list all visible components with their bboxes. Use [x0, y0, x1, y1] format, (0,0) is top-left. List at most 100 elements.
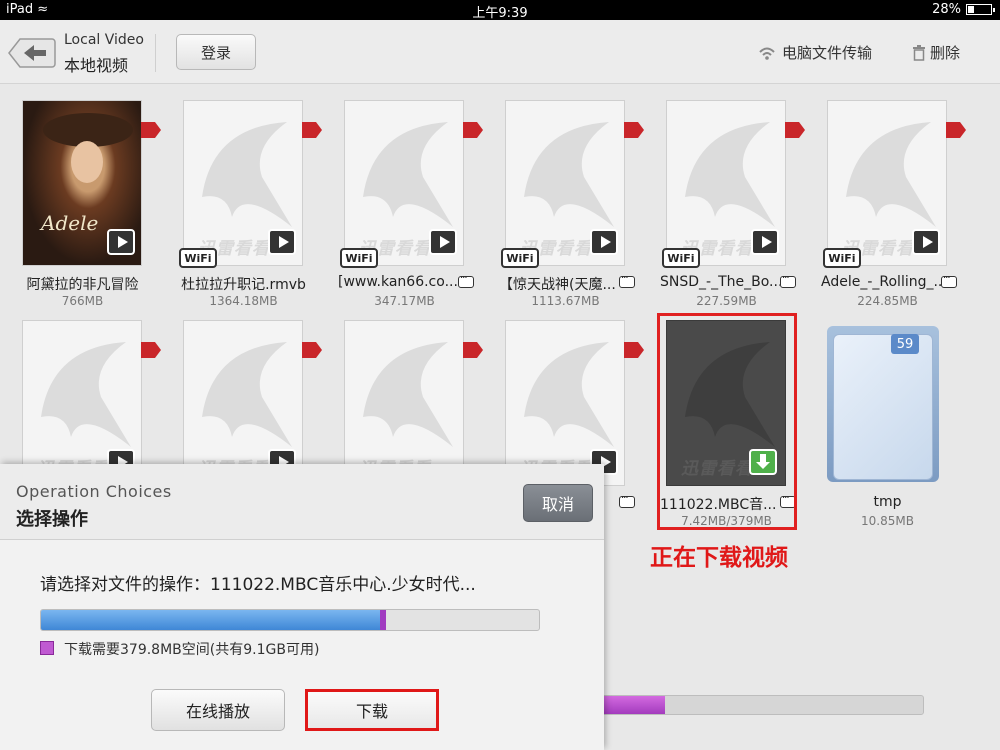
- video-item[interactable]: 迅雷看看 WiFi Adele_-_Rolling_... 224.85MB: [805, 100, 966, 315]
- video-name: 阿黛拉的非凡冒险: [26, 277, 139, 293]
- storage-legend: 下载需要379.8MB空间(共有9.1GB可用): [64, 642, 320, 658]
- video-thumbnail: 迅雷看看: [183, 320, 303, 486]
- xunlei-logo-icon: [202, 342, 292, 447]
- video-thumbnail: 迅雷看看: [22, 320, 142, 486]
- video-thumbnail: 迅雷看看: [666, 100, 786, 266]
- video-thumbnail: 迅雷看看: [827, 100, 947, 266]
- new-flag-icon: [141, 342, 161, 358]
- clock: 上午9:39: [472, 6, 528, 21]
- new-flag-icon: [624, 122, 644, 138]
- legend-swatch: [40, 641, 54, 655]
- video-item[interactable]: 迅雷看看 WiFi [www.kan66.co... 347.17MB: [322, 100, 483, 315]
- dialog-message: 请选择对文件的操作：111022.MBC音乐中心.少女时代...: [40, 575, 476, 595]
- xunlei-logo-icon: [846, 122, 936, 227]
- new-flag-icon: [302, 122, 322, 138]
- download-progress-bar: [596, 695, 924, 715]
- video-thumbnail: 迅雷看看: [505, 100, 625, 266]
- video-size: 347.17MB: [374, 294, 435, 308]
- video-name: Adele_-_Rolling_...: [821, 274, 941, 290]
- back-button[interactable]: [8, 38, 56, 68]
- wifi-badge: WiFi: [179, 248, 217, 268]
- downloading-annotation: 正在下载视频: [650, 545, 788, 571]
- folder-size: 10.85MB: [861, 514, 914, 528]
- battery-icon: [966, 4, 995, 15]
- video-item[interactable]: 迅雷看看 WiFi 杜拉拉升职记.rmvb 1364.18MB: [161, 100, 322, 315]
- operation-dialog: Operation Choices 选择操作 取消 请选择对文件的操作：1110…: [0, 464, 604, 750]
- play-icon[interactable]: [912, 229, 940, 255]
- new-flag-icon: [463, 342, 483, 358]
- wifi-badge: WiFi: [662, 248, 700, 268]
- video-item[interactable]: 迅雷看看 WiFi SNSD_-_The_Bo... 227.59MB: [644, 100, 805, 315]
- pc-transfer-button[interactable]: 电脑文件传输: [758, 42, 872, 63]
- video-size: 227.59MB: [696, 294, 757, 308]
- video-thumbnail: 迅雷看看: [183, 100, 303, 266]
- video-item[interactable]: 迅雷看看 WiFi 【惊天战神(天魔... 1113.67MB: [483, 100, 644, 315]
- storage-used-fill: [41, 610, 380, 630]
- xunlei-logo-icon: [524, 122, 614, 227]
- play-icon[interactable]: [107, 229, 135, 255]
- status-bar: iPad ≈ 上午9:39 28%: [0, 0, 1000, 21]
- video-thumbnail: 迅雷看看: [505, 320, 625, 486]
- xunlei-logo-icon: [363, 122, 453, 227]
- more-options-icon[interactable]: [619, 270, 635, 288]
- video-item[interactable]: Adele 阿黛拉的非凡冒险 766MB: [0, 100, 161, 315]
- trash-icon: [913, 44, 925, 61]
- delete-button[interactable]: 删除: [912, 42, 960, 63]
- new-flag-icon: [302, 342, 322, 358]
- video-size: 224.85MB: [857, 294, 918, 308]
- wifi-badge: WiFi: [340, 248, 378, 268]
- play-icon[interactable]: [429, 229, 457, 255]
- battery-percent: 28%: [932, 2, 961, 17]
- online-play-button[interactable]: 在线播放: [151, 689, 285, 731]
- new-flag-icon: [624, 342, 644, 358]
- login-button[interactable]: 登录: [176, 34, 256, 70]
- back-arrow-icon: [8, 38, 56, 68]
- storage-usage-bar: [40, 609, 540, 631]
- xunlei-logo-icon: [41, 342, 131, 447]
- more-options-icon[interactable]: [941, 270, 957, 288]
- battery-indicator: 28%: [932, 2, 995, 17]
- storage-required-marker: [379, 610, 386, 630]
- title-english: Local Video: [64, 32, 144, 48]
- video-name: SNSD_-_The_Bo...: [660, 274, 780, 290]
- more-options-icon[interactable]: [619, 490, 635, 508]
- folder-count-badge: 59: [891, 334, 919, 354]
- video-thumbnail: 迅雷看看: [344, 100, 464, 266]
- folder-icon: 59: [827, 326, 939, 482]
- dialog-title: 选择操作: [16, 509, 88, 530]
- dialog-header: Operation Choices 选择操作 取消: [0, 464, 604, 540]
- video-size: 1113.67MB: [531, 294, 600, 308]
- xunlei-logo-icon: [363, 342, 453, 447]
- cancel-button[interactable]: 取消: [523, 484, 593, 522]
- new-flag-icon: [141, 122, 161, 138]
- wifi-badge: WiFi: [823, 248, 861, 268]
- xunlei-logo-icon: [524, 342, 614, 447]
- new-flag-icon: [785, 122, 805, 138]
- video-name: 杜拉拉升职记.rmvb: [181, 277, 306, 293]
- play-icon[interactable]: [751, 229, 779, 255]
- xunlei-logo-icon: [202, 122, 292, 227]
- video-thumbnail: 迅雷看看: [344, 320, 464, 486]
- xunlei-logo-icon: [685, 122, 775, 227]
- play-icon[interactable]: [268, 229, 296, 255]
- video-size: 1364.18MB: [209, 294, 278, 308]
- play-icon[interactable]: [590, 229, 618, 255]
- wifi-icon: [759, 47, 775, 60]
- page-title: 本地视频: [64, 56, 129, 75]
- download-progress-fill: [597, 696, 666, 714]
- new-flag-icon: [946, 122, 966, 138]
- more-options-icon[interactable]: [458, 270, 474, 288]
- delete-label: 删除: [930, 44, 961, 62]
- wifi-badge: WiFi: [501, 248, 539, 268]
- battery-level: [968, 6, 975, 13]
- download-button[interactable]: 下载: [305, 689, 439, 731]
- divider: [155, 34, 156, 72]
- pc-transfer-label: 电脑文件传输: [782, 44, 873, 62]
- video-name: 【惊天战神(天魔...: [499, 277, 616, 293]
- video-thumbnail: Adele: [22, 100, 142, 266]
- folder-item[interactable]: 59 tmp 10.85MB: [805, 320, 955, 535]
- more-options-icon[interactable]: [780, 270, 796, 288]
- new-flag-icon: [463, 122, 483, 138]
- dialog-title-english: Operation Choices: [16, 482, 172, 501]
- folder-name: tmp: [873, 494, 902, 510]
